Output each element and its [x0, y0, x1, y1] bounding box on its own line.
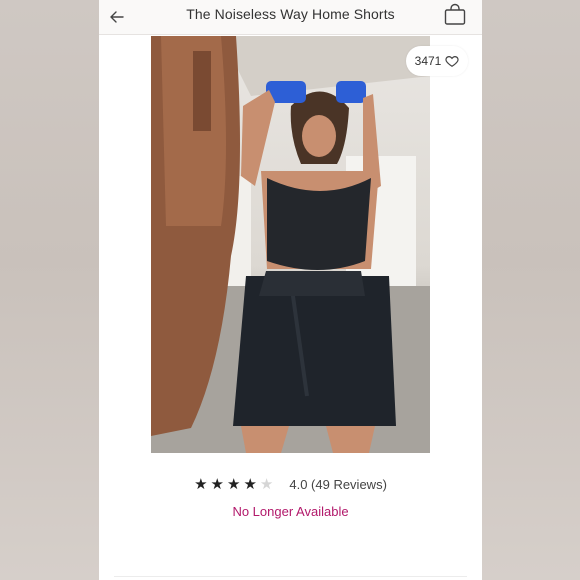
left-backdrop — [0, 0, 99, 580]
star-rating: ★ ★ ★ ★ ★ — [194, 475, 273, 493]
shopping-bag-icon — [444, 3, 466, 25]
product-image[interactable] — [151, 36, 430, 453]
product-screen: The Noiseless Way Home Shorts 3471 ★ ★ ★… — [99, 0, 482, 580]
page-title: The Noiseless Way Home Shorts — [186, 6, 395, 22]
rating-summary[interactable]: ★ ★ ★ ★ ★ 4.0 (49 Reviews) — [99, 475, 482, 493]
arrow-left-icon — [110, 11, 124, 23]
like-button[interactable]: 3471 — [406, 46, 468, 76]
back-button[interactable] — [105, 5, 129, 29]
shopping-bag-button[interactable] — [442, 2, 468, 28]
star-icon: ★ — [243, 476, 257, 493]
like-count: 3471 — [414, 54, 442, 68]
star-icon: ★ — [194, 476, 208, 493]
star-icon: ★ — [210, 476, 224, 493]
availability-status: No Longer Available — [232, 504, 349, 519]
heart-outline-icon — [445, 56, 459, 67]
star-empty-icon: ★ — [259, 476, 274, 493]
top-bar: The Noiseless Way Home Shorts — [99, 0, 482, 35]
product-photo-illustration — [151, 36, 430, 453]
rating-text[interactable]: 4.0 (49 Reviews) — [289, 477, 387, 492]
right-backdrop — [481, 0, 580, 580]
star-icon: ★ — [227, 476, 241, 493]
divider — [114, 576, 467, 577]
